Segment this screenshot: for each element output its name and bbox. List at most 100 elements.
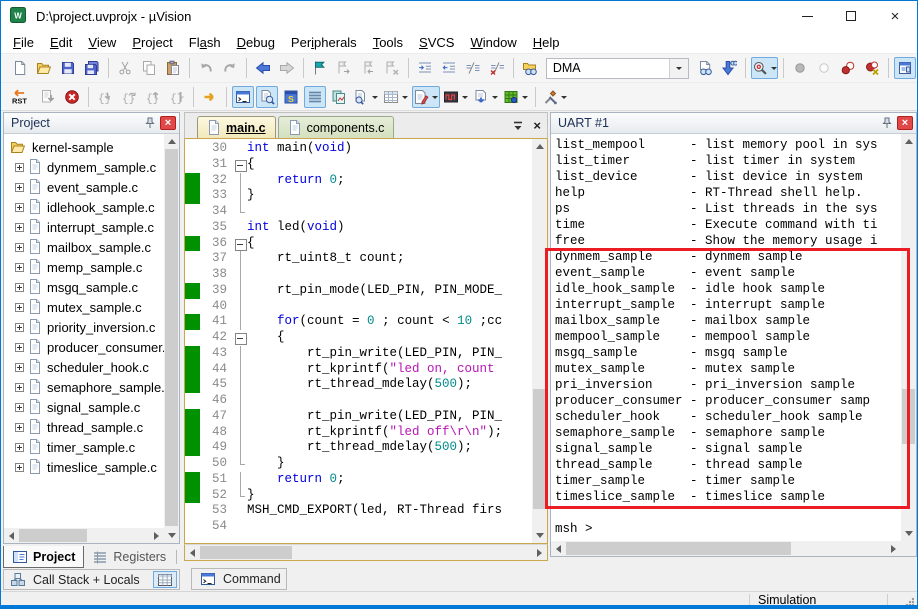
- stop-button[interactable]: [61, 86, 83, 108]
- incremental-find-button[interactable]: [718, 57, 740, 79]
- dropdown-caret-icon[interactable]: [492, 95, 498, 102]
- debug-tools-button[interactable]: [541, 86, 569, 108]
- run-to-cursor-button[interactable]: {}: [166, 86, 188, 108]
- menu-view[interactable]: View: [80, 33, 124, 52]
- scrollbar-thumb[interactable]: [19, 529, 87, 542]
- memory-window-button[interactable]: [153, 571, 177, 588]
- scrollbar-thumb[interactable]: [165, 149, 178, 526]
- analysis-windows-button[interactable]: [328, 86, 350, 108]
- code-line-39[interactable]: 39 rt_pin_mode(LED_PIN, PIN_MODE_: [185, 282, 532, 299]
- bookmark-prev-button[interactable]: [357, 57, 379, 79]
- scroll-right-icon[interactable]: [149, 528, 164, 543]
- command-window-button[interactable]: [232, 85, 254, 108]
- symbol-window-button[interactable]: S: [280, 86, 302, 108]
- dropdown-caret-icon[interactable]: [770, 67, 777, 73]
- code-line-32[interactable]: 32 return 0;: [185, 172, 532, 189]
- scrollbar-thumb[interactable]: [200, 546, 292, 559]
- new-file-button[interactable]: [9, 57, 31, 79]
- fold-marker-icon[interactable]: [234, 236, 247, 252]
- outdent-button[interactable]: [438, 57, 460, 79]
- fold-marker-icon[interactable]: [234, 330, 247, 346]
- menu-tools[interactable]: Tools: [365, 33, 411, 52]
- code-line-52[interactable]: 52}: [185, 487, 532, 504]
- scroll-left-icon[interactable]: [4, 528, 19, 543]
- comment-selection-button[interactable]: [462, 57, 484, 79]
- menu-project[interactable]: Project: [124, 33, 180, 52]
- bookmark-next-button[interactable]: [333, 57, 355, 79]
- code-line-31[interactable]: 31 {: [185, 157, 532, 173]
- project-vertical-scrollbar[interactable]: [164, 134, 179, 528]
- tree-item-timer_sample[interactable]: timer_sample.c: [4, 437, 164, 457]
- maximize-button[interactable]: [829, 1, 873, 31]
- pin-icon[interactable]: [880, 116, 894, 130]
- step-out-button[interactable]: {}: [142, 86, 164, 108]
- menu-file[interactable]: File: [5, 33, 42, 52]
- code-line-30[interactable]: 30 int main(void): [185, 141, 532, 157]
- code-area[interactable]: 30 int main(void) 31{32 return 0; 33} 34 35 in…: [185, 139, 532, 543]
- serial-windows-button[interactable]: [304, 85, 326, 108]
- save-all-button[interactable]: [81, 57, 103, 79]
- menu-svcs[interactable]: SVCS: [411, 33, 462, 52]
- expand-icon[interactable]: [15, 242, 24, 252]
- scrollbar-thumb[interactable]: [533, 389, 546, 509]
- scroll-right-icon[interactable]: [532, 545, 547, 560]
- navigate-back-button[interactable]: [252, 57, 274, 79]
- watch-windows-button[interactable]: [412, 85, 440, 108]
- expand-icon[interactable]: [15, 202, 24, 212]
- pin-icon[interactable]: [143, 116, 157, 130]
- search-combobox-dropdown-icon[interactable]: [668, 58, 688, 78]
- code-line-44[interactable]: 44 rt_kprintf("led on, count: [185, 361, 532, 378]
- tree-item-mutex_sample[interactable]: mutex_sample.c: [4, 297, 164, 317]
- minimize-button[interactable]: [785, 1, 829, 31]
- expand-icon[interactable]: [15, 442, 24, 452]
- uart-close-icon[interactable]: ×: [897, 116, 913, 130]
- close-button[interactable]: ×: [873, 1, 917, 31]
- memory-windows-button[interactable]: [382, 86, 410, 108]
- bookmark-toggle-button[interactable]: [309, 57, 331, 79]
- expand-icon[interactable]: [15, 342, 24, 352]
- toolbox-button[interactable]: [502, 86, 530, 108]
- uart-horizontal-scrollbar[interactable]: [551, 541, 901, 556]
- code-line-40[interactable]: 40: [185, 298, 532, 315]
- scroll-up-icon[interactable]: [164, 134, 179, 149]
- scroll-down-icon[interactable]: [164, 528, 179, 543]
- menu-window[interactable]: Window: [462, 33, 524, 52]
- open-folder-button[interactable]: [33, 57, 55, 79]
- code-line-34[interactable]: 34: [185, 204, 532, 220]
- code-line-53[interactable]: 53 MSH_CMD_EXPORT(led, RT-Thread firs: [185, 503, 532, 519]
- tree-item-thread_sample[interactable]: thread_sample.c: [4, 417, 164, 437]
- disassembly-window-button[interactable]: [256, 85, 278, 108]
- dropdown-caret-icon[interactable]: [402, 95, 408, 102]
- bookmark-clear-all-button[interactable]: [381, 57, 403, 79]
- expand-icon[interactable]: [15, 402, 24, 412]
- breakpoint-toggle-button[interactable]: [789, 57, 811, 79]
- menu-edit[interactable]: Edit: [42, 33, 80, 52]
- tab-project[interactable]: Project: [3, 546, 85, 568]
- expand-icon[interactable]: [15, 362, 24, 372]
- code-line-54[interactable]: 54: [185, 519, 532, 535]
- expand-icon[interactable]: [15, 282, 24, 292]
- editor-vertical-scrollbar[interactable]: [532, 139, 547, 543]
- tree-item-signal_sample[interactable]: signal_sample.c: [4, 397, 164, 417]
- expand-icon[interactable]: [15, 302, 24, 312]
- menu-debug[interactable]: Debug: [229, 33, 283, 52]
- dropdown-caret-icon[interactable]: [432, 95, 438, 102]
- expand-icon[interactable]: [15, 262, 24, 272]
- editor-tab-components.c[interactable]: components.c: [277, 116, 395, 138]
- run-button[interactable]: [37, 86, 59, 108]
- code-line-48[interactable]: 48 rt_kprintf("led off\r\n");: [185, 424, 532, 441]
- tree-item-idlehook_sample[interactable]: idlehook_sample.c: [4, 197, 164, 217]
- breakpoints-kill-all-button[interactable]: [861, 57, 883, 79]
- code-line-46[interactable]: 46: [185, 393, 532, 409]
- tree-item-event_sample[interactable]: event_sample.c: [4, 177, 164, 197]
- fold-marker-icon[interactable]: [234, 157, 247, 173]
- redo-button[interactable]: [219, 57, 241, 79]
- logic-analyzer-button[interactable]: [442, 86, 470, 108]
- scrollbar-thumb[interactable]: [566, 542, 791, 555]
- copy-button[interactable]: [138, 57, 160, 79]
- find-in-files-dialog-button[interactable]: [694, 57, 716, 79]
- tree-item-mailbox_sample[interactable]: mailbox_sample.c: [4, 237, 164, 257]
- search-combobox[interactable]: DMA: [545, 57, 689, 79]
- tree-item-memp_sample[interactable]: memp_sample.c: [4, 257, 164, 277]
- code-line-37[interactable]: 37 rt_uint8_t count;: [185, 251, 532, 267]
